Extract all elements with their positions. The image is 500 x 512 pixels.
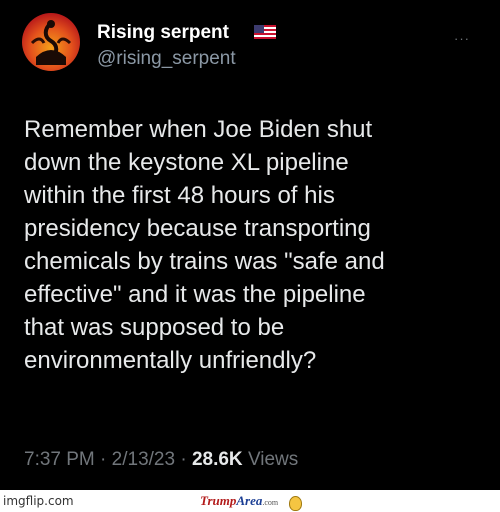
meta-separator: · bbox=[100, 449, 107, 470]
tweet-text-line: Remember when Joe Biden shut bbox=[24, 116, 373, 143]
tweet-text-line: down the keystone XL pipeline bbox=[24, 149, 349, 176]
mascot-icon bbox=[289, 496, 302, 511]
serpent-avatar-icon bbox=[30, 20, 72, 65]
tweet-text-line: effective" and it was the pipeline bbox=[24, 281, 366, 308]
imgflip-watermark: imgflip.com bbox=[3, 494, 74, 508]
trumparea-trump: Trump bbox=[200, 493, 237, 508]
tweet-text-line: environmentally unfriendly? bbox=[24, 347, 317, 374]
tweet-text-line: chemicals by trains was "safe and bbox=[24, 248, 385, 275]
user-handle[interactable]: @rising_serpent bbox=[97, 48, 236, 70]
tweet-text-line: within the first 48 hours of his bbox=[24, 182, 335, 209]
tweet-date[interactable]: 2/13/23 bbox=[112, 449, 175, 470]
tweet-time[interactable]: 7:37 PM bbox=[24, 449, 95, 470]
display-name[interactable]: Rising serpent bbox=[97, 22, 229, 44]
tweet-text-line: that was supposed to be bbox=[24, 314, 285, 341]
tweet-text: Remember when Joe Biden shut down the ke… bbox=[24, 113, 489, 377]
tweet-meta: 7:37 PM · 2/13/23 · 28.6K Views bbox=[24, 449, 298, 471]
views-label: Views bbox=[247, 449, 299, 470]
trumparea-com: .com bbox=[262, 498, 279, 507]
watermark-bar: imgflip.com TrumpArea.com bbox=[0, 490, 500, 512]
tweet-card: Rising serpent @rising_serpent ··· Remem… bbox=[0, 0, 500, 490]
avatar[interactable] bbox=[22, 13, 80, 71]
tweet-text-line: presidency because transporting bbox=[24, 215, 371, 242]
meta-separator: · bbox=[180, 449, 187, 470]
more-options-icon[interactable]: ··· bbox=[454, 31, 470, 46]
us-flag-icon bbox=[254, 25, 276, 39]
views-count: 28.6K bbox=[191, 449, 243, 470]
trumparea-watermark: TrumpArea.com bbox=[200, 493, 278, 509]
trumparea-area: Area bbox=[236, 493, 263, 508]
